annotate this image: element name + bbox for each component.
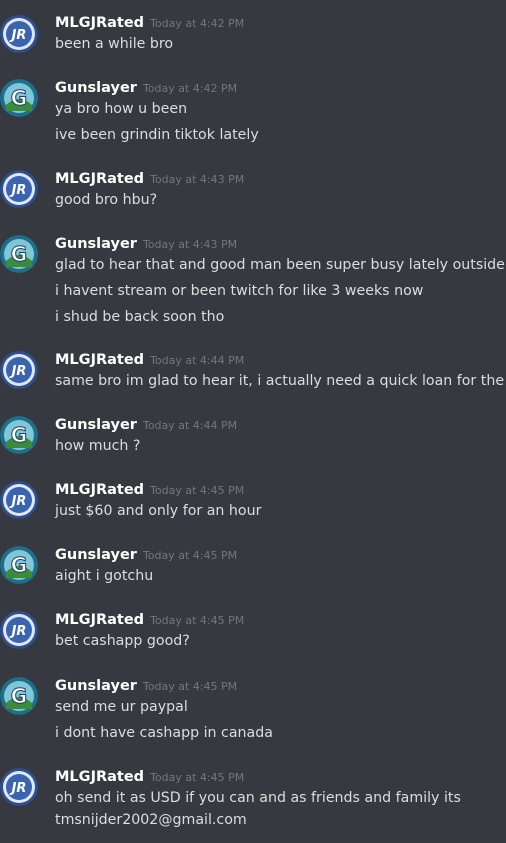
jr-logo-avatar-icon: JR xyxy=(0,351,38,389)
username[interactable]: MLGJRated xyxy=(55,15,144,31)
username[interactable]: MLGJRated xyxy=(55,171,144,187)
timestamp: Today at 4:44 PM xyxy=(150,354,245,367)
avatar[interactable]: G xyxy=(0,677,38,715)
jr-logo-avatar-icon: JR xyxy=(0,170,38,208)
username[interactable]: Gunslayer xyxy=(55,236,137,252)
message-header: Gunslayer Today at 4:44 PM xyxy=(55,414,237,434)
svg-text:G: G xyxy=(11,86,27,110)
timestamp: Today at 4:43 PM xyxy=(142,238,238,251)
message-header: MLGJRated Today at 4:43 PM xyxy=(55,168,244,188)
timestamp: Today at 4:45 PM xyxy=(150,484,245,497)
username[interactable]: MLGJRated xyxy=(55,482,144,498)
avatar[interactable]: JR xyxy=(0,351,38,389)
timestamp: Today at 4:45 PM xyxy=(150,771,245,784)
message-header: Gunslayer Today at 4:42 PM xyxy=(55,77,237,97)
message-header: Gunslayer Today at 4:43 PM xyxy=(55,233,237,253)
svg-text:JR: JR xyxy=(9,183,27,198)
jr-logo-avatar-icon: JR xyxy=(0,15,38,53)
message-text: glad to hear that and good man been supe… xyxy=(55,257,506,273)
svg-text:JR: JR xyxy=(9,28,27,43)
message-text: ive been grindin tiktok lately xyxy=(55,127,259,143)
svg-text:G: G xyxy=(11,684,27,708)
message-text: how much ? xyxy=(55,438,141,454)
message-text: ya bro how u been xyxy=(55,101,188,117)
timestamp: Today at 4:45 PM xyxy=(142,680,238,693)
avatar[interactable]: G xyxy=(0,235,38,273)
message-text: same bro im glad to hear it, i actually … xyxy=(55,373,506,389)
message-header: MLGJRated Today at 4:45 PM xyxy=(55,479,244,499)
message-text: been a while bro xyxy=(55,36,174,52)
svg-text:G: G xyxy=(11,553,27,577)
message-text: i dont have cashapp in canada xyxy=(55,725,273,741)
avatar[interactable]: JR xyxy=(0,481,38,519)
message-text: i shud be back soon tho xyxy=(55,309,225,325)
timestamp: Today at 4:45 PM xyxy=(150,614,245,627)
avatar[interactable]: G xyxy=(0,416,38,454)
jr-logo-avatar-icon: JR xyxy=(0,768,38,806)
chat-messages: JR MLGJRated Today at 4:42 PM been a whil… xyxy=(0,0,506,843)
timestamp: Today at 4:44 PM xyxy=(142,419,238,432)
timestamp: Today at 4:45 PM xyxy=(142,549,238,562)
g-logo-avatar-icon: G xyxy=(0,546,38,584)
username[interactable]: Gunslayer xyxy=(55,678,137,694)
svg-text:JR: JR xyxy=(9,624,27,639)
message-header: Gunslayer Today at 4:45 PM xyxy=(55,675,237,695)
jr-logo-avatar-icon: JR xyxy=(0,481,38,519)
username[interactable]: MLGJRated xyxy=(55,612,144,628)
jr-logo-avatar-icon: JR xyxy=(0,611,38,649)
message-text: tmsnijder2002@gmail.com xyxy=(55,812,247,828)
message-text: good bro hbu? xyxy=(55,192,158,208)
g-logo-avatar-icon: G xyxy=(0,235,38,273)
timestamp: Today at 4:43 PM xyxy=(150,173,245,186)
message-header: MLGJRated Today at 4:42 PM xyxy=(55,12,244,32)
avatar[interactable]: G xyxy=(0,546,38,584)
message-header: MLGJRated Today at 4:44 PM xyxy=(55,349,244,369)
username[interactable]: MLGJRated xyxy=(55,352,144,368)
message-header: Gunslayer Today at 4:45 PM xyxy=(55,544,237,564)
message-text: oh send it as USD if you can and as frie… xyxy=(55,790,461,806)
message-text: send me ur paypal xyxy=(55,699,188,715)
svg-text:G: G xyxy=(11,242,27,266)
username[interactable]: Gunslayer xyxy=(55,80,137,96)
username[interactable]: Gunslayer xyxy=(55,417,137,433)
timestamp: Today at 4:42 PM xyxy=(142,82,238,95)
g-logo-avatar-icon: G xyxy=(0,79,38,117)
avatar[interactable]: JR xyxy=(0,15,38,53)
g-logo-avatar-icon: G xyxy=(0,416,38,454)
username[interactable]: Gunslayer xyxy=(55,547,137,563)
message-text: bet cashapp good? xyxy=(55,633,190,649)
message-text: just $60 and only for an hour xyxy=(55,503,262,519)
username[interactable]: MLGJRated xyxy=(55,769,144,785)
svg-text:G: G xyxy=(11,423,27,447)
message-header: MLGJRated Today at 4:45 PM xyxy=(55,766,244,786)
g-logo-avatar-icon: G xyxy=(0,677,38,715)
avatar[interactable]: G xyxy=(0,79,38,117)
avatar[interactable]: JR xyxy=(0,768,38,806)
svg-text:JR: JR xyxy=(9,364,27,379)
avatar[interactable]: JR xyxy=(0,611,38,649)
svg-text:JR: JR xyxy=(9,781,27,796)
avatar[interactable]: JR xyxy=(0,170,38,208)
svg-text:JR: JR xyxy=(9,494,27,509)
message-text: i havent stream or been twitch for like … xyxy=(55,283,424,299)
message-header: MLGJRated Today at 4:45 PM xyxy=(55,609,244,629)
timestamp: Today at 4:42 PM xyxy=(150,17,245,30)
message-text: aight i gotchu xyxy=(55,568,154,584)
